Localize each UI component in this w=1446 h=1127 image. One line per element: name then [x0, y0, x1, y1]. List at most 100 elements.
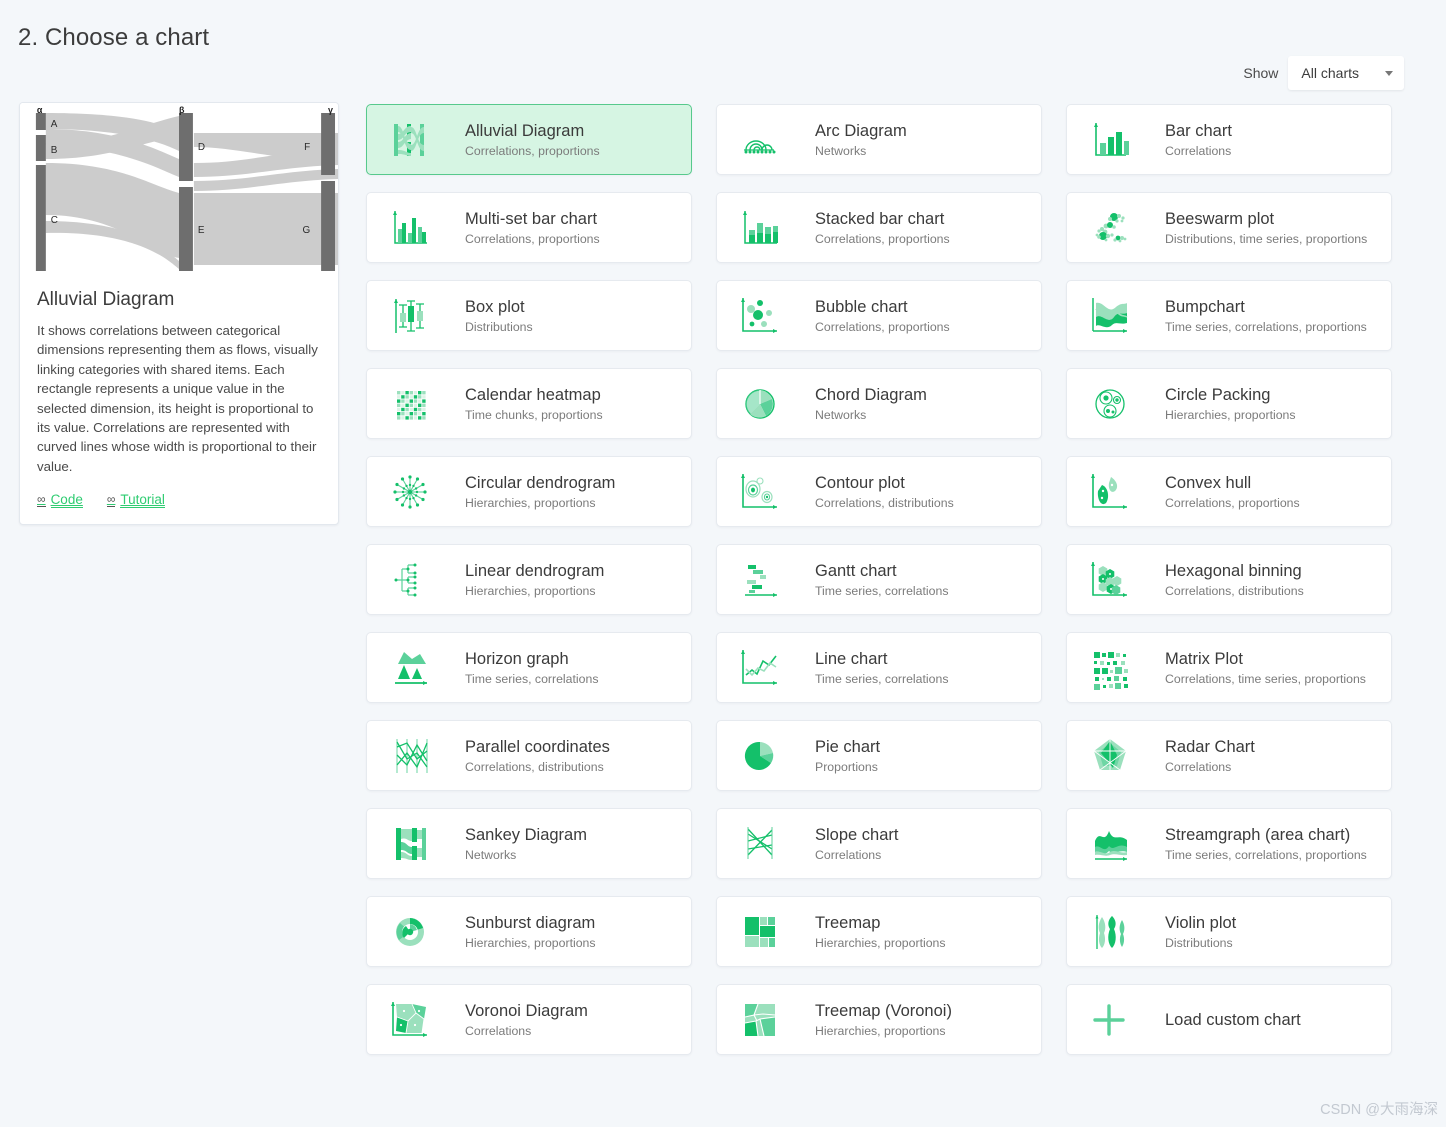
- chart-card-text: Sunburst diagram Hierarchies, proportions: [465, 913, 596, 951]
- chart-card-bubble-chart[interactable]: Bubble chart Correlations, proportions: [716, 280, 1042, 351]
- chart-card-title: Contour plot: [815, 473, 905, 492]
- line-chart-icon: [731, 642, 787, 694]
- chart-card-hexagonal-binning[interactable]: Hexagonal binning Correlations, distribut…: [1066, 544, 1392, 615]
- arc-diagram-icon: [731, 114, 787, 166]
- chart-card-title: Chord Diagram: [815, 385, 927, 404]
- chart-card-tags: Distributions, time series, proportions: [1165, 231, 1368, 246]
- chart-card-arc-diagram[interactable]: Arc Diagram Networks: [716, 104, 1042, 175]
- svg-text:G: G: [302, 225, 310, 236]
- chart-card-box-plot[interactable]: Box plot Distributions: [366, 280, 692, 351]
- svg-text:β: β: [179, 105, 185, 115]
- chart-card-title: Bubble chart: [815, 297, 908, 316]
- chart-card-title: Alluvial Diagram: [465, 121, 585, 140]
- chart-card-title: Treemap (Voronoi): [815, 1001, 952, 1020]
- horizon-graph-icon: [381, 642, 437, 694]
- chart-card-chord-diagram[interactable]: Chord Diagram Networks: [716, 368, 1042, 439]
- sankey-diagram-icon: [381, 818, 437, 870]
- chart-card-text: Beeswarm plot Distributions, time series,…: [1165, 209, 1367, 247]
- chart-grid: Alluvial Diagram Correlations, proportion…: [366, 104, 1398, 1055]
- treemap-voronoi-icon: [731, 994, 787, 1046]
- chart-card-line-chart[interactable]: Line chart Time series, correlations: [716, 632, 1042, 703]
- chart-card-tags: Correlations, distributions: [1165, 583, 1304, 598]
- chart-card-bar-chart[interactable]: Bar chart Correlations: [1066, 104, 1392, 175]
- chart-card-tags: Hierarchies, proportions: [1165, 407, 1296, 422]
- chart-card-treemap[interactable]: Treemap Hierarchies, proportions: [716, 896, 1042, 967]
- voronoi-diagram-icon: [381, 994, 437, 1046]
- chart-card-text: Line chart Time series, correlations: [815, 649, 948, 687]
- chart-card-title: Sankey Diagram: [465, 825, 587, 844]
- code-link[interactable]: ∞ Code: [37, 492, 83, 509]
- chart-card-circular-dendrogram[interactable]: Circular dendrogram Hierarchies, proporti…: [366, 456, 692, 527]
- chart-card-stacked-bar-chart[interactable]: Stacked bar chart Correlations, proportio…: [716, 192, 1042, 263]
- chart-card-violin-plot[interactable]: Violin plot Distributions: [1066, 896, 1392, 967]
- preview-title: Alluvial Diagram: [37, 289, 175, 310]
- hexagonal-binning-icon: [1081, 554, 1137, 606]
- chart-card-title: Matrix Plot: [1165, 649, 1243, 668]
- chart-card-sunburst-diagram[interactable]: Sunburst diagram Hierarchies, proportions: [366, 896, 692, 967]
- chart-card-text: Chord Diagram Networks: [815, 385, 927, 423]
- chart-card-horizon-graph[interactable]: Horizon graph Time series, correlations: [366, 632, 692, 703]
- chart-card-tags: Correlations, proportions: [465, 143, 600, 158]
- chart-card-text: Contour plot Correlations, distributions: [815, 473, 954, 511]
- svg-text:γ: γ: [328, 105, 333, 115]
- chart-card-text: Treemap Hierarchies, proportions: [815, 913, 946, 951]
- chart-card-tags: Hierarchies, proportions: [465, 495, 596, 510]
- chart-card-calendar-heatmap[interactable]: Calendar heatmap Time chunks, proportions: [366, 368, 692, 439]
- chart-card-title: Streamgraph (area chart): [1165, 825, 1351, 844]
- chart-filter-select[interactable]: All charts: [1288, 56, 1404, 90]
- chart-card-tags: Correlations: [465, 1023, 532, 1038]
- chart-card-load-custom-chart[interactable]: Load custom chart: [1066, 984, 1392, 1055]
- chart-card-text: Horizon graph Time series, correlations: [465, 649, 598, 687]
- chart-card-text: Matrix Plot Correlations, time series, pr…: [1165, 649, 1366, 687]
- chart-card-alluvial-diagram[interactable]: Alluvial Diagram Correlations, proportion…: [366, 104, 692, 175]
- svg-text:α: α: [37, 105, 43, 115]
- chart-card-title: Load custom chart: [1165, 1010, 1301, 1029]
- svg-text:F: F: [304, 142, 310, 153]
- chart-card-multi-set-bar-chart[interactable]: Multi-set bar chart Correlations, proport…: [366, 192, 692, 263]
- matrix-plot-icon: [1081, 642, 1137, 694]
- chart-card-circle-packing[interactable]: Circle Packing Hierarchies, proportions: [1066, 368, 1392, 439]
- chart-card-pie-chart[interactable]: Pie chart Proportions: [716, 720, 1042, 791]
- stacked-bar-icon: [731, 202, 787, 254]
- chart-card-title: Line chart: [815, 649, 888, 668]
- chart-card-text: Voronoi Diagram Correlations: [465, 1001, 588, 1039]
- chart-card-slope-chart[interactable]: Slope chart Correlations: [716, 808, 1042, 879]
- chart-card-voronoi-diagram[interactable]: Voronoi Diagram Correlations: [366, 984, 692, 1055]
- chart-card-linear-dendrogram[interactable]: Linear dendrogram Hierarchies, proportion…: [366, 544, 692, 615]
- chart-card-text: Multi-set bar chart Correlations, proport…: [465, 209, 600, 247]
- chart-card-tags: Proportions: [815, 759, 878, 774]
- chart-card-tags: Time series, correlations, proportions: [1165, 847, 1367, 862]
- chart-card-gantt-chart[interactable]: Gantt chart Time series, correlations: [716, 544, 1042, 615]
- chart-card-tags: Networks: [465, 847, 517, 862]
- chart-card-tags: Hierarchies, proportions: [465, 583, 596, 598]
- chart-card-title: Violin plot: [1165, 913, 1237, 932]
- chart-card-tags: Hierarchies, proportions: [815, 935, 946, 950]
- preview-description: It shows correlations between categorica…: [37, 323, 318, 474]
- circular-dendrogram-icon: [381, 466, 437, 518]
- chart-card-title: Voronoi Diagram: [465, 1001, 588, 1020]
- show-filter: Show All charts: [1243, 56, 1404, 90]
- chart-card-title: Circle Packing: [1165, 385, 1271, 404]
- tutorial-link[interactable]: ∞ Tutorial: [106, 492, 165, 509]
- alluvial-icon: [381, 114, 437, 166]
- chart-card-streamgraph-area-chart[interactable]: Streamgraph (area chart) Time series, cor…: [1066, 808, 1392, 879]
- chart-card-contour-plot[interactable]: Contour plot Correlations, distributions: [716, 456, 1042, 527]
- bumpchart-icon: [1081, 290, 1137, 342]
- chart-card-title: Hexagonal binning: [1165, 561, 1302, 580]
- pie-chart-icon: [731, 730, 787, 782]
- chart-card-sankey-diagram[interactable]: Sankey Diagram Networks: [366, 808, 692, 879]
- chart-card-beeswarm-plot[interactable]: Beeswarm plot Distributions, time series,…: [1066, 192, 1392, 263]
- chart-card-text: Sankey Diagram Networks: [465, 825, 587, 863]
- chart-card-title: Convex hull: [1165, 473, 1252, 492]
- chart-card-convex-hull[interactable]: Convex hull Correlations, proportions: [1066, 456, 1392, 527]
- chart-card-title: Horizon graph: [465, 649, 569, 668]
- chart-card-treemap-voronoi[interactable]: Treemap (Voronoi) Hierarchies, proportion…: [716, 984, 1042, 1055]
- chart-card-bumpchart[interactable]: Bumpchart Time series, correlations, prop…: [1066, 280, 1392, 351]
- chart-card-matrix-plot[interactable]: Matrix Plot Correlations, time series, pr…: [1066, 632, 1392, 703]
- chart-card-text: Bumpchart Time series, correlations, prop…: [1165, 297, 1367, 335]
- chart-card-tags: Correlations, proportions: [465, 231, 600, 246]
- chart-card-text: Stacked bar chart Correlations, proportio…: [815, 209, 950, 247]
- preview-body: Alluvial Diagram It shows correlations b…: [20, 275, 338, 524]
- chart-card-parallel-coordinates[interactable]: Parallel coordinates Correlations, distri…: [366, 720, 692, 791]
- chart-card-radar-chart[interactable]: Radar Chart Correlations: [1066, 720, 1392, 791]
